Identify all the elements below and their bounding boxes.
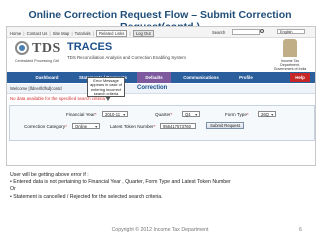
quarter-label: Quarter* (155, 112, 172, 117)
chevron-down-icon: ▼ (94, 125, 98, 129)
welcome-text: Welcome [lfdnerlfdfsd]contd (10, 86, 62, 91)
help-button[interactable]: Help (290, 73, 310, 82)
app-title: TRACES (67, 41, 113, 53)
token-number-label-text: Latest Token Number (110, 124, 154, 129)
explanation-line-1: User will be getting above error if : (10, 172, 89, 178)
top-links: Home | Contact Us | Site Map | Tutorials… (10, 30, 154, 37)
token-number-input[interactable]: 956417573760 (160, 123, 196, 129)
financial-year-label-text: Financial Year (66, 112, 95, 117)
tutorials-link[interactable]: Tutorials (75, 31, 91, 36)
contact-link[interactable]: Contact Us (27, 31, 48, 36)
quarter-label-text: Quarter (155, 112, 171, 117)
separator: | (23, 31, 25, 36)
chevron-down-icon: ▼ (194, 113, 198, 117)
emblem-icon (283, 39, 297, 57)
financial-year-value: 2010-11 (105, 112, 121, 117)
separator: | (71, 31, 73, 36)
explanation-line-2: • Entered data is not pertaining to Fina… (10, 179, 231, 186)
quarter-select[interactable]: Q4 ▼ (182, 111, 200, 117)
separator: | (129, 31, 131, 36)
search-input[interactable] (232, 29, 260, 35)
tds-logo: TDS Centralized Processing Cell (15, 41, 61, 71)
main-nav: Dashboard Statements / Payments Defaults… (7, 72, 315, 83)
required-marker: * (65, 124, 67, 129)
form-type-label-text: Form Type (225, 112, 247, 117)
financial-year-label: Financial Year* (66, 112, 97, 117)
welcome-row: Welcome [lfdnerlfdfsd]contd Correction (7, 84, 315, 94)
correction-category-value: Online (75, 124, 88, 129)
callout-pointer (105, 96, 111, 101)
required-marker: * (246, 112, 249, 117)
screenshot-frame: Home | Contact Us | Site Map | Tutorials… (6, 26, 316, 166)
search-icon[interactable] (260, 29, 264, 33)
search-label: Search (212, 30, 226, 35)
emblem-caption: Income Tax Department, Government of Ind… (273, 59, 307, 72)
separator: | (92, 31, 94, 36)
nav-communications[interactable]: Communications (175, 72, 227, 83)
explanation-line-4: • Statement is cancelled / Rejected for … (10, 193, 163, 200)
language-select[interactable]: English (277, 29, 305, 34)
nav-dashboard[interactable]: Dashboard (25, 72, 69, 83)
logo-center-icon (19, 45, 25, 51)
copyright-text: Copyright © 2012 Income Tax Department (111, 227, 209, 233)
quarter-value: Q4 (185, 112, 191, 117)
token-number-label: Latest Token Number* (110, 124, 155, 129)
error-callout: Error Message appears in case of enterin… (87, 77, 125, 97)
chevron-down-icon: ▼ (122, 113, 126, 117)
page-number: 6 (299, 227, 302, 233)
app-subtitle: TDS Reconciliation Analysis and Correcti… (67, 55, 186, 60)
financial-year-select[interactable]: 2010-11 ▼ (102, 111, 128, 117)
logo-text: TDS (32, 41, 61, 56)
top-utility-bar: Home | Contact Us | Site Map | Tutorials… (7, 27, 315, 38)
form-type-value: 26Q (261, 112, 269, 117)
search-form: Financial Year* 2010-11 ▼ Quarter* Q4 ▼ … (9, 105, 315, 141)
correction-category-label: Correction Category* (24, 124, 67, 129)
nav-defaults[interactable]: Defaults (137, 72, 171, 83)
correction-category-label-text: Correction Category (24, 124, 66, 129)
sitemap-link[interactable]: Site Map (53, 31, 70, 36)
form-type-select[interactable]: 26Q ▼ (258, 111, 276, 117)
submit-request-button[interactable]: Submit Request (206, 122, 244, 129)
page-heading: Correction (137, 85, 168, 91)
government-emblem: Income Tax Department, Government of Ind… (272, 39, 308, 73)
required-marker: * (170, 112, 173, 117)
logout-button[interactable]: Log Out (132, 30, 154, 37)
chevron-down-icon: ▼ (270, 113, 274, 117)
correction-category-select[interactable]: Online ▼ (72, 123, 100, 129)
explanation-line-3: Or (10, 186, 16, 193)
explanation-text: User will be getting above error if : • … (10, 172, 310, 201)
separator: | (49, 31, 51, 36)
nav-profile[interactable]: Profile (231, 72, 261, 83)
required-marker: * (94, 112, 97, 117)
error-message: No data available for the specified sear… (10, 96, 105, 101)
logo-subtitle: Centralized Processing Cell (15, 59, 60, 63)
form-type-label: Form Type* (225, 112, 249, 117)
required-marker: * (153, 124, 156, 129)
related-links-select[interactable]: Related Links (96, 30, 128, 37)
home-link[interactable]: Home (10, 31, 21, 36)
